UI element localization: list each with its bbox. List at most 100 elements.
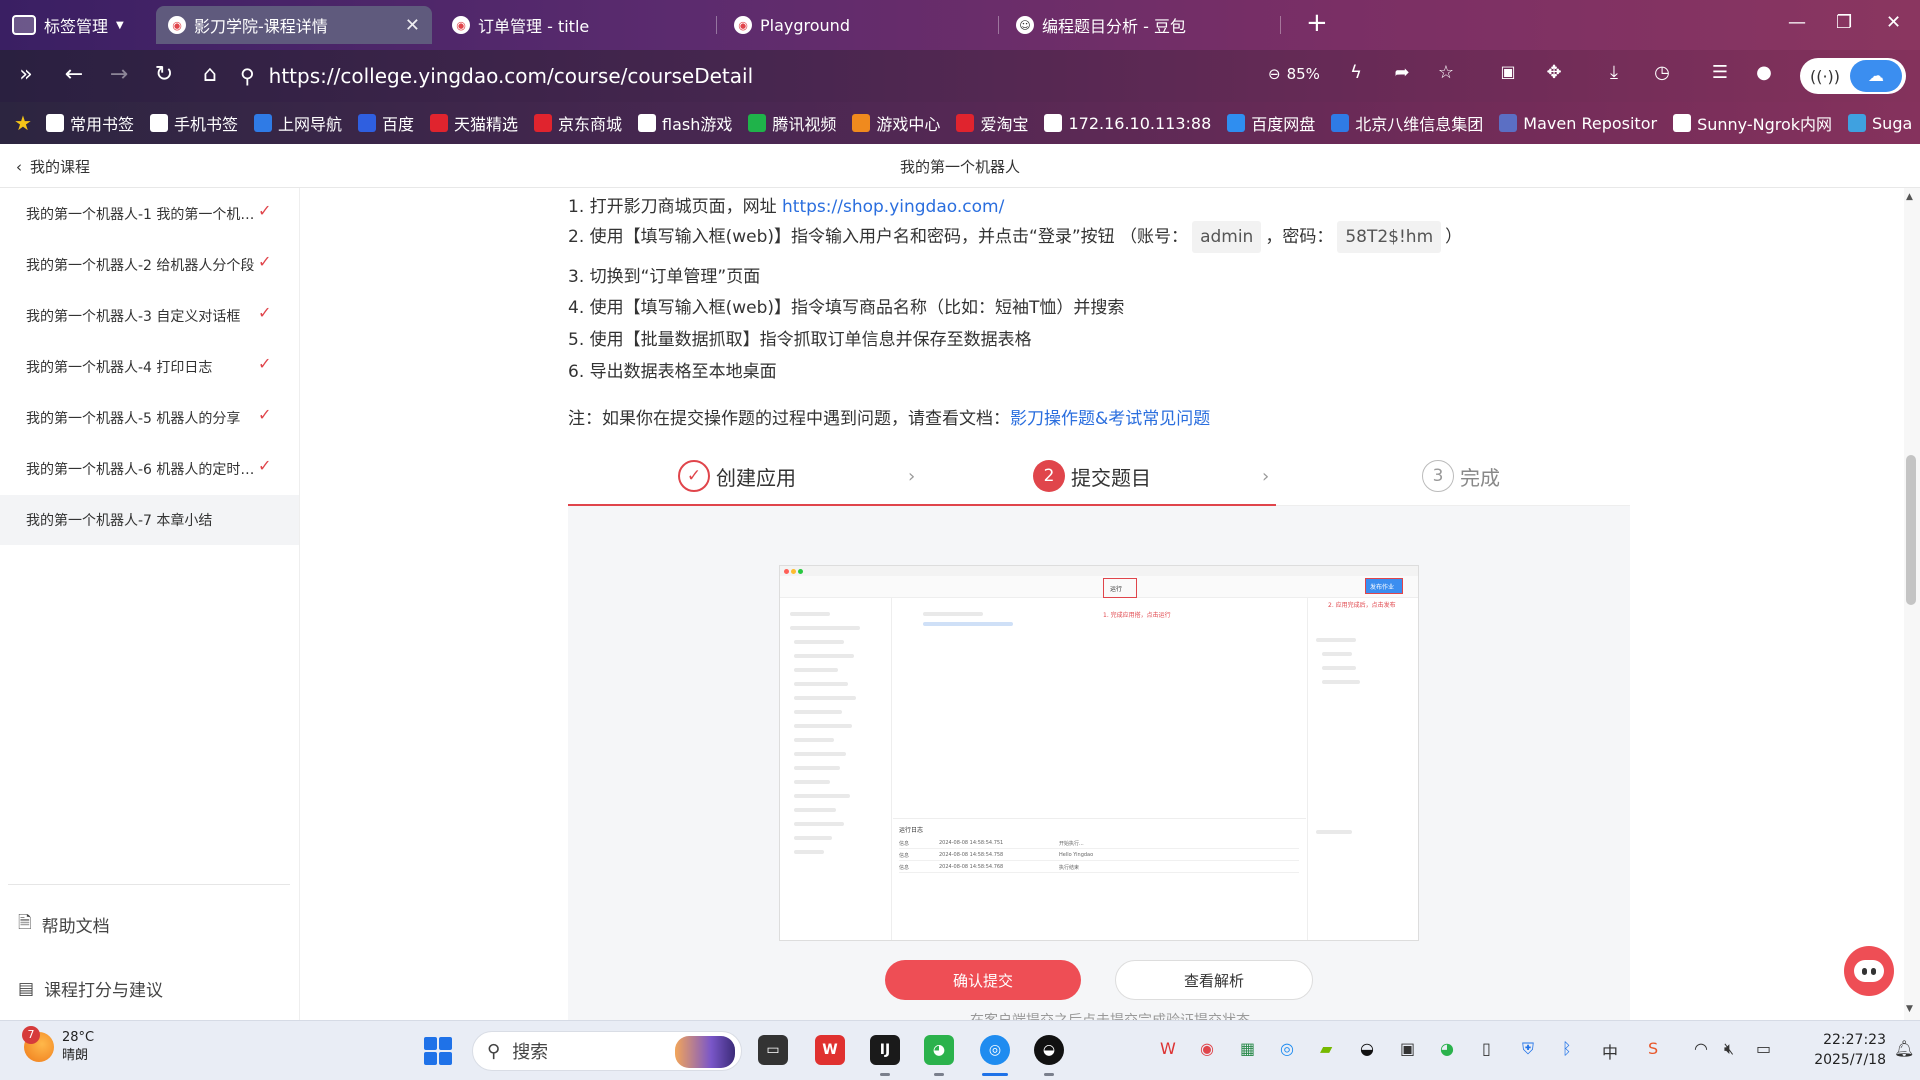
tab-course-detail[interactable]: ◉ 影刀学院-课程详情 ✕ — [156, 6, 432, 44]
tab-doubao[interactable]: ☺ 编程题目分析 - 豆包 — [1004, 6, 1274, 44]
browser-app-icon[interactable]: ◎ — [980, 1035, 1010, 1065]
scrollbar-thumb[interactable] — [1906, 455, 1916, 605]
wechat-icon[interactable]: ◕ — [924, 1035, 954, 1065]
battery-icon[interactable]: ▭ — [1756, 1039, 1771, 1058]
password-label: ，密码： — [1265, 227, 1334, 247]
forward-icon[interactable]: → — [105, 62, 133, 87]
app-tray-icon[interactable]: ▦ — [1240, 1039, 1255, 1058]
tab-order-management[interactable]: ◉ 订单管理 - title — [440, 6, 710, 44]
screenshot-flow-canvas — [893, 598, 1306, 808]
share-icon[interactable]: ➦ — [1388, 62, 1416, 83]
bookmark-item[interactable]: Suga — [1848, 114, 1912, 133]
help-docs-link[interactable]: 🗎 帮助文档 — [18, 910, 110, 939]
usb-icon[interactable]: ▯ — [1482, 1039, 1491, 1058]
lesson-item[interactable]: 我的第一个机器人-1 我的第一个机器人 ✓ — [0, 189, 299, 239]
home-icon[interactable]: ⌂ — [196, 62, 224, 87]
lesson-item[interactable]: 我的第一个机器人-4 打印日志 ✓ — [0, 342, 299, 392]
lesson-item[interactable]: 我的第一个机器人-7 本章小结 — [0, 495, 299, 545]
reload-icon[interactable]: ↻ — [150, 62, 178, 87]
sidebar-toggle-icon[interactable]: » — [12, 62, 40, 87]
notification-bell-icon[interactable]: 🔔︎ — [1894, 1039, 1914, 1058]
lightning-icon[interactable]: ϟ — [1342, 62, 1370, 83]
back-icon[interactable]: ← — [60, 62, 88, 87]
download-icon[interactable]: ⤓ — [1600, 62, 1628, 83]
lesson-item[interactable]: 我的第一个机器人-5 机器人的分享 ✓ — [0, 393, 299, 443]
faq-link[interactable]: 影刀操作题&考试常见问题 — [1010, 409, 1210, 429]
bookmark-item[interactable]: 百度 — [357, 111, 414, 135]
volume-muted-icon[interactable]: 🔇︎ — [1724, 1039, 1734, 1059]
assistant-bot-button[interactable] — [1844, 946, 1894, 996]
running-indicator — [880, 1073, 890, 1076]
qq-icon[interactable]: ◒ — [1034, 1035, 1064, 1065]
close-window-icon[interactable]: ✕ — [1886, 12, 1901, 33]
bookmark-item[interactable]: 常用书签 — [45, 111, 134, 135]
view-analysis-button[interactable]: 查看解析 — [1115, 960, 1313, 1000]
bookmark-label: Suga — [1872, 113, 1913, 133]
bookmark-item[interactable]: 手机书签 — [149, 111, 238, 135]
bookmark-item[interactable]: Sunny-Ngrok内网 — [1673, 111, 1832, 135]
tab-group-button[interactable]: 标签管理 ▼ — [12, 10, 124, 40]
screen-tool-icon[interactable]: ▣ — [1400, 1039, 1415, 1058]
windows-start-icon[interactable] — [424, 1037, 452, 1065]
nvidia-tray-icon[interactable]: ▰ — [1320, 1039, 1332, 1058]
lesson-item[interactable]: 我的第一个机器人-6 机器人的定时执行 ✓ — [0, 444, 299, 494]
intellij-icon[interactable]: IJ — [870, 1035, 900, 1065]
edge-tray-icon[interactable]: ◎ — [1280, 1039, 1294, 1058]
qq-tray-icon[interactable]: ◒ — [1360, 1039, 1374, 1058]
star-icon[interactable]: ☆ — [1432, 62, 1460, 83]
scroll-down-icon[interactable]: ▼ — [1906, 1004, 1913, 1014]
bluetooth-icon[interactable]: ᛒ — [1562, 1039, 1572, 1058]
weather-widget[interactable]: 7 28°C 晴朗 — [22, 1026, 94, 1065]
cloud-sync-pill[interactable]: ((·)) ☁ — [1800, 58, 1906, 94]
progress-step-submit[interactable]: 2 提交题目 — [1033, 460, 1151, 492]
input-method-icon[interactable]: 中 — [1602, 1039, 1618, 1063]
bookmark-item[interactable]: 京东商城 — [534, 111, 622, 135]
yingdao-tray-icon[interactable]: ◉ — [1200, 1039, 1214, 1058]
wechat-tray-icon[interactable]: ◕ — [1440, 1039, 1454, 1058]
sogou-icon[interactable]: S — [1648, 1039, 1658, 1058]
bookmark-item[interactable]: 爱淘宝 — [956, 111, 1028, 135]
history-icon[interactable]: ◷ — [1648, 62, 1676, 83]
excel-extension-icon[interactable]: ▣ — [1494, 62, 1522, 81]
zoom-indicator[interactable]: ⊖ 85% — [1268, 65, 1320, 83]
back-to-my-courses[interactable]: ‹ 我的课程 — [16, 156, 90, 177]
menu-icon[interactable]: ☰ — [1706, 62, 1734, 83]
progress-step-finish[interactable]: 3 完成 — [1422, 460, 1500, 492]
weather-sun-icon: 7 — [22, 1026, 54, 1062]
bookmark-item[interactable]: 腾讯视频 — [748, 111, 836, 135]
confirm-submit-button[interactable]: 确认提交 — [885, 960, 1081, 1000]
avatar[interactable]: ● — [1750, 62, 1778, 83]
bookmark-item[interactable]: Maven Repositor — [1499, 114, 1657, 133]
close-tab-icon[interactable]: ✕ — [405, 15, 420, 36]
log-time: 2024-08-08 14:58:54.758 — [939, 852, 1004, 858]
taskbar-search[interactable]: ⚲ 搜索 — [472, 1031, 742, 1071]
wps-tray-icon[interactable]: W — [1160, 1039, 1176, 1058]
extensions-icon[interactable]: ✥ — [1540, 62, 1568, 83]
bookmark-item[interactable]: flash游戏 — [638, 111, 732, 135]
progress-step-create-app[interactable]: ✓ 创建应用 — [678, 460, 796, 492]
bookmark-item[interactable]: 天猫精选 — [430, 111, 518, 135]
system-clock[interactable]: 22:27:23 2025/7/18 — [1790, 1030, 1886, 1070]
wps-icon[interactable]: W — [815, 1035, 845, 1065]
wifi-icon[interactable]: ◠ — [1694, 1039, 1708, 1058]
security-shield-icon[interactable]: ⛨ — [1522, 1039, 1534, 1059]
bookmark-item[interactable]: 172.16.10.113:88 — [1044, 114, 1211, 133]
bookmark-item[interactable]: 上网导航 — [253, 111, 342, 135]
restore-icon[interactable]: ❐ — [1836, 12, 1852, 33]
lesson-item[interactable]: 我的第一个机器人-3 自定义对话框 ✓ — [0, 291, 299, 341]
bookmark-label: flash游戏 — [662, 115, 733, 134]
minimize-icon[interactable]: — — [1788, 12, 1806, 33]
bookmark-item[interactable]: 游戏中心 — [852, 111, 940, 135]
rate-course-link[interactable]: ▤ 课程打分与建议 — [18, 976, 163, 1002]
completed-check-icon: ✓ — [258, 201, 272, 220]
shop-url-link[interactable]: https://shop.yingdao.com/ — [782, 197, 1004, 217]
bookmark-item[interactable]: 百度网盘 — [1227, 111, 1315, 135]
step-2-text: 2. 使用【填写输入框(web)】指令输入用户名和密码，并点击“登录”按钮 （账… — [568, 227, 1189, 247]
task-view-icon[interactable]: ▭ — [758, 1035, 788, 1065]
scroll-up-icon[interactable]: ▲ — [1906, 192, 1913, 202]
bookmark-item[interactable]: 北京八维信息集团 — [1331, 111, 1483, 135]
tab-playground[interactable]: ◉ Playground — [722, 6, 992, 44]
new-tab-button[interactable]: + — [1306, 8, 1328, 38]
favorites-star-icon[interactable]: ★ — [14, 111, 32, 135]
lesson-item[interactable]: 我的第一个机器人-2 给机器人分个段 ✓ — [0, 240, 299, 290]
